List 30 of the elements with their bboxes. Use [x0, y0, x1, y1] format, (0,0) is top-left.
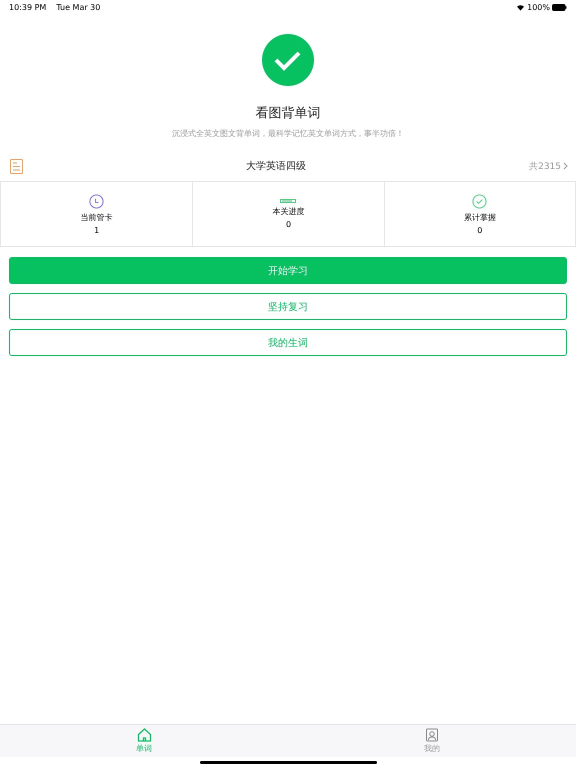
stat-value: 0: [477, 226, 482, 234]
book-name: 大学英语四级: [245, 160, 308, 173]
wifi-icon: [516, 4, 526, 10]
book-list-icon[interactable]: [10, 158, 23, 174]
tab-label: 我的: [424, 743, 440, 754]
stat-value: 1: [94, 226, 100, 234]
stat-label: 本关进度: [272, 206, 304, 217]
word-count-link[interactable]: 共2315: [529, 160, 568, 172]
app-title: 看图背单词: [256, 105, 320, 122]
status-time: 10:39 PM: [9, 2, 46, 12]
clock-icon: [89, 194, 104, 208]
chevron-icon: [563, 162, 568, 170]
battery-icon: [552, 4, 567, 10]
profile-icon: [425, 728, 439, 742]
tab-item[interactable]: 单词: [0, 725, 288, 757]
check-icon: [472, 194, 488, 208]
battery-percent: 100%: [527, 2, 550, 12]
stat-label: 累计掌握: [464, 212, 496, 222]
app-subtitle: 沉浸式全英文图文背单词，最科学记忆英文单词方式，事半功倍！: [172, 128, 404, 139]
stat-label: 当前管卡: [80, 212, 113, 222]
checkmark-logo-icon: [262, 34, 314, 86]
outline-button[interactable]: 我的生词: [9, 329, 567, 356]
tab-label: 单词: [136, 743, 152, 754]
start-button[interactable]: 开始学习: [9, 257, 567, 284]
tab-item[interactable]: 我的: [288, 725, 576, 757]
home-icon: [136, 728, 152, 742]
stat-value: 0: [286, 220, 292, 229]
progress-bar-icon: [280, 199, 296, 203]
outline-button[interactable]: 坚持复习: [9, 293, 567, 320]
status-date: Tue Mar 30: [56, 2, 100, 12]
